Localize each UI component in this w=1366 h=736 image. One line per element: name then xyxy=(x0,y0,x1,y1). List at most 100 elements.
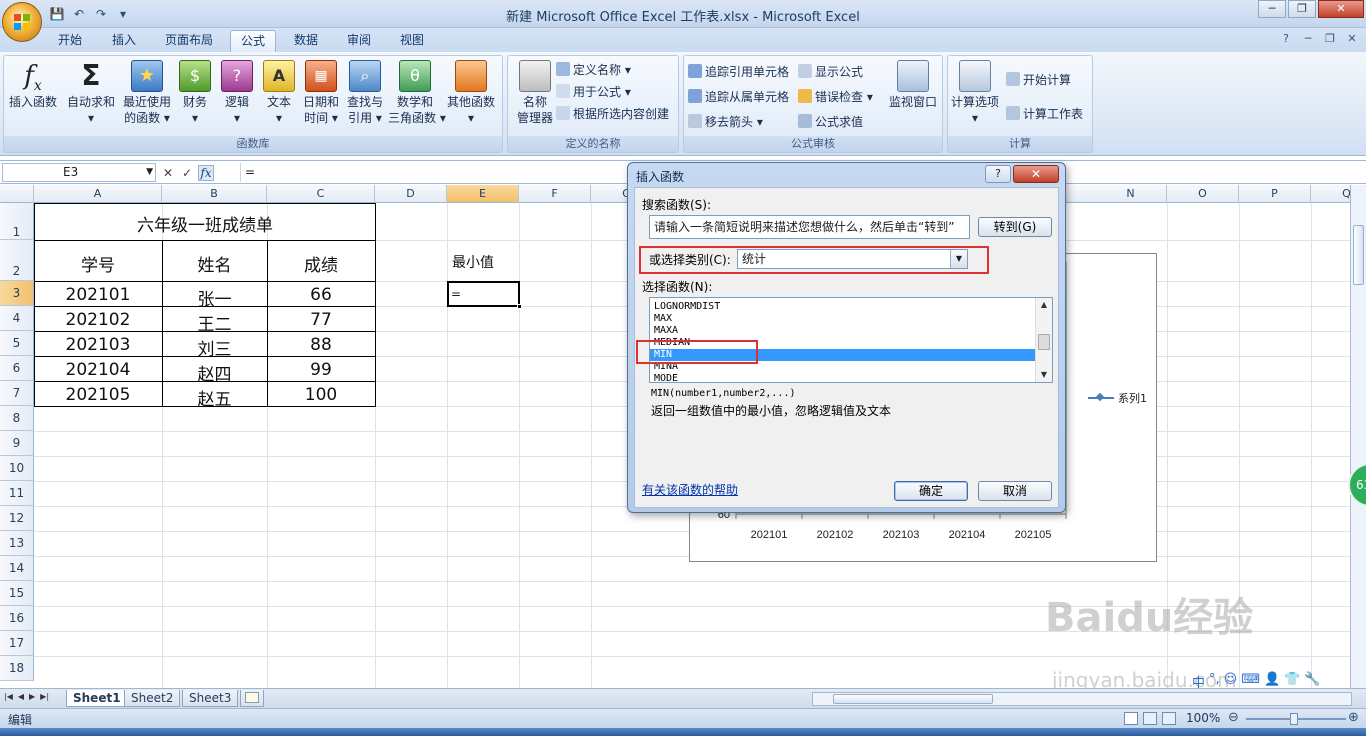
row-header[interactable]: 15 xyxy=(0,581,34,606)
sheet-tab-sheet1[interactable]: Sheet1 xyxy=(66,690,128,707)
next-sheet-icon[interactable]: ▶ xyxy=(29,692,35,701)
autosum-button[interactable]: Σ 自动求和 ▾ xyxy=(64,60,118,126)
vertical-scrollbar[interactable] xyxy=(1350,185,1366,688)
watch-window-button[interactable]: 监视窗口 xyxy=(884,60,942,110)
row-header[interactable]: 9 xyxy=(0,431,34,456)
header-score[interactable]: 成绩 xyxy=(267,251,375,276)
insert-function-button[interactable]: fx 插入函数 xyxy=(6,60,60,110)
help-icon[interactable]: ? xyxy=(1278,32,1294,45)
row-header[interactable]: 8 xyxy=(0,406,34,431)
row-header[interactable]: 16 xyxy=(0,606,34,631)
min-label-cell[interactable]: 最小值 xyxy=(447,252,499,272)
tab-page-layout[interactable]: 页面布局 xyxy=(155,30,223,52)
vertical-scroll-thumb[interactable] xyxy=(1353,225,1364,285)
workbook-minimize-button[interactable]: ─ xyxy=(1300,32,1316,45)
list-item[interactable]: LOGNORMDIST xyxy=(650,301,1052,313)
minimize-button[interactable]: ─ xyxy=(1258,0,1286,18)
lookup-reference-button[interactable]: ⌕ 查找与 引用 ▾ xyxy=(338,60,392,126)
fill-handle[interactable] xyxy=(517,304,522,309)
show-formulas-button[interactable]: 显示公式 xyxy=(798,62,863,82)
chart-legend[interactable]: 系列1 xyxy=(1088,390,1147,406)
dialog-help-button[interactable]: ? xyxy=(985,165,1011,183)
table-cell[interactable]: 202102 xyxy=(34,310,162,330)
row-header[interactable]: 6 xyxy=(0,356,34,381)
workbook-restore-button[interactable]: ❐ xyxy=(1322,32,1338,45)
table-cell[interactable]: 赵四 xyxy=(162,360,267,385)
trace-precedents-button[interactable]: 追踪引用单元格 xyxy=(688,62,789,82)
table-cell[interactable]: 66 xyxy=(267,285,375,305)
table-cell[interactable]: 赵五 xyxy=(162,385,267,410)
header-student-id[interactable]: 学号 xyxy=(34,251,162,276)
tab-view[interactable]: 视图 xyxy=(390,30,434,52)
function-help-link[interactable]: 有关该函数的帮助 xyxy=(642,481,738,498)
row-header[interactable]: 2 xyxy=(0,240,34,281)
row-header[interactable]: 13 xyxy=(0,531,34,556)
column-header-e[interactable]: E xyxy=(447,185,519,203)
table-cell[interactable]: 刘三 xyxy=(162,335,267,360)
remove-arrows-button[interactable]: 移去箭头 ▾ xyxy=(688,112,763,132)
page-break-view-icon[interactable] xyxy=(1162,712,1176,725)
search-function-input[interactable]: 请输入一条简短说明来描述您想做什么，然后单击“转到” xyxy=(649,215,970,239)
horizontal-scrollbar[interactable] xyxy=(812,692,1352,706)
table-cell[interactable]: 77 xyxy=(267,310,375,330)
column-header-o[interactable]: O xyxy=(1167,185,1239,203)
column-header-n[interactable]: N xyxy=(1095,185,1167,203)
tab-insert[interactable]: 插入 xyxy=(102,30,146,52)
insert-sheet-button[interactable] xyxy=(240,690,264,707)
office-button[interactable] xyxy=(2,2,42,42)
row-header[interactable]: 17 xyxy=(0,631,34,656)
list-item[interactable]: MAX xyxy=(650,313,1052,325)
define-name-button[interactable]: 定义名称 ▾ xyxy=(556,60,631,80)
row-header[interactable]: 14 xyxy=(0,556,34,581)
zoom-out-icon[interactable]: ⊖ xyxy=(1228,710,1239,725)
calculate-sheet-button[interactable]: 计算工作表 xyxy=(1006,104,1083,124)
error-checking-button[interactable]: 错误检查 ▾ xyxy=(798,87,873,107)
header-name[interactable]: 姓名 xyxy=(162,251,267,276)
column-header-d[interactable]: D xyxy=(375,185,447,203)
row-header[interactable]: 12 xyxy=(0,506,34,531)
go-button[interactable]: 转到(G) xyxy=(978,217,1052,237)
column-header-a[interactable]: A xyxy=(34,185,162,203)
insert-function-icon[interactable]: fx xyxy=(198,164,214,181)
scroll-down-icon[interactable]: ▼ xyxy=(1036,368,1052,382)
trace-dependents-button[interactable]: 追踪从属单元格 xyxy=(688,87,789,107)
table-cell[interactable]: 100 xyxy=(267,385,375,405)
table-title[interactable]: 六年级一班成绩单 xyxy=(34,211,376,236)
recently-used-button[interactable]: ★ 最近使用 的函数 ▾ xyxy=(120,60,174,126)
active-cell-e3[interactable]: = xyxy=(447,281,522,309)
sheet-tab-sheet2[interactable]: Sheet2 xyxy=(124,690,181,707)
last-sheet-icon[interactable]: ▶| xyxy=(40,692,49,701)
chevron-down-icon[interactable]: ▼ xyxy=(146,164,153,181)
horizontal-scroll-thumb[interactable] xyxy=(833,694,993,704)
close-button[interactable]: ✕ xyxy=(1318,0,1364,18)
tab-home[interactable]: 开始 xyxy=(48,30,92,52)
column-header-f[interactable]: F xyxy=(519,185,591,203)
row-header[interactable]: 10 xyxy=(0,456,34,481)
cancel-entry-icon[interactable]: ✕ xyxy=(160,166,176,180)
row-header[interactable]: 1 xyxy=(0,203,34,240)
ok-button[interactable]: 确定 xyxy=(894,481,968,501)
table-cell[interactable]: 张一 xyxy=(162,285,267,310)
normal-view-icon[interactable] xyxy=(1124,712,1138,725)
zoom-in-icon[interactable]: ⊕ xyxy=(1348,710,1359,725)
list-item[interactable]: MAXA xyxy=(650,325,1052,337)
table-cell[interactable]: 202103 xyxy=(34,335,162,355)
row-header[interactable]: 7 xyxy=(0,381,34,406)
list-scroll-thumb[interactable] xyxy=(1038,334,1050,350)
select-all-corner[interactable] xyxy=(0,185,34,203)
calculate-now-button[interactable]: 开始计算 xyxy=(1006,70,1071,90)
list-item[interactable]: MODE xyxy=(650,373,1052,382)
name-manager-button[interactable]: 名称 管理器 xyxy=(508,60,562,126)
first-sheet-icon[interactable]: |◀ xyxy=(4,692,13,701)
calculation-options-button[interactable]: 计算选项 ▾ xyxy=(948,60,1002,126)
column-header-q[interactable]: Q xyxy=(1311,185,1350,203)
tab-review[interactable]: 审阅 xyxy=(337,30,381,52)
table-cell[interactable]: 99 xyxy=(267,360,375,380)
zoom-slider-knob[interactable] xyxy=(1290,713,1298,725)
name-box[interactable]: E3 ▼ xyxy=(2,163,156,182)
row-header[interactable]: 11 xyxy=(0,481,34,506)
evaluate-formula-button[interactable]: 公式求值 xyxy=(798,112,863,132)
row-header[interactable]: 4 xyxy=(0,306,34,331)
more-functions-button[interactable]: 其他函数 ▾ xyxy=(444,60,498,126)
column-header-c[interactable]: C xyxy=(267,185,375,203)
